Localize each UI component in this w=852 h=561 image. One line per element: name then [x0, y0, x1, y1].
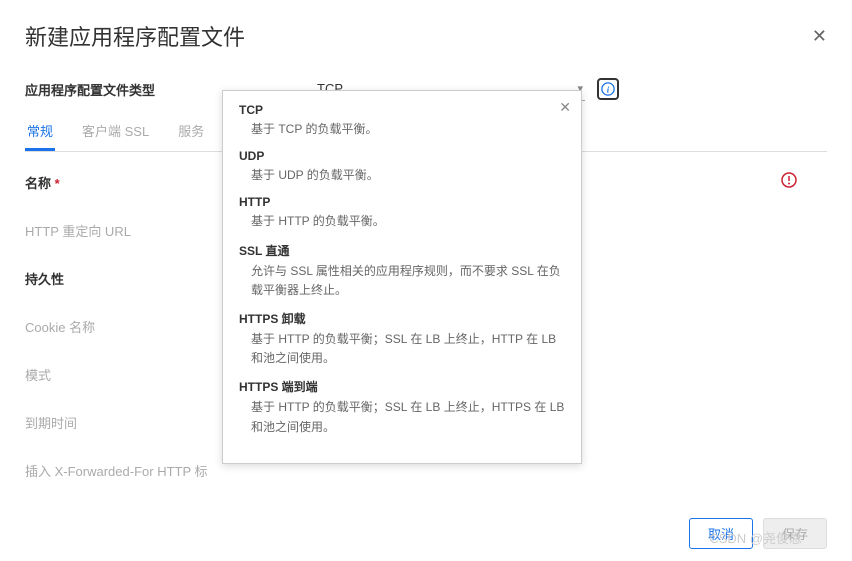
tooltip-option: SSL 直通允许与 SSL 属性相关的应用程序规则，而不要求 SSL 在负载平衡…	[239, 242, 565, 300]
http-redirect-label: HTTP 重定向 URL	[25, 221, 225, 240]
tooltip-option: HTTPS 端到端基于 HTTP 的负载平衡；SSL 在 LB 上终止，HTTP…	[239, 378, 565, 436]
name-label: 名称	[25, 173, 225, 192]
tooltip-option-desc: 基于 TCP 的负载平衡。	[239, 120, 565, 139]
tooltip-option-title: HTTP	[239, 195, 565, 209]
tooltip-close-icon[interactable]: ✕	[559, 99, 571, 116]
persistence-label: 持久性	[25, 269, 225, 288]
tooltip-option: TCP 基于 TCP 的负载平衡。	[239, 103, 565, 139]
tab-service[interactable]: 服务	[176, 115, 206, 151]
tooltip-option-desc: 基于 UDP 的负载平衡。	[239, 166, 565, 185]
tooltip-option-desc: 基于 HTTP 的负载平衡。	[239, 212, 565, 231]
xff-label: 插入 X-Forwarded-For HTTP 标	[25, 461, 225, 480]
svg-text:i: i	[607, 85, 610, 95]
dialog-title: 新建应用程序配置文件	[25, 20, 245, 52]
tooltip-option-desc: 基于 HTTP 的负载平衡；SSL 在 LB 上终止，HTTPS 在 LB 和池…	[239, 398, 565, 436]
close-icon[interactable]: ✕	[812, 26, 827, 47]
cancel-button[interactable]: 取消	[689, 518, 753, 549]
save-button[interactable]: 保存	[763, 518, 827, 549]
tooltip-option-title: TCP	[239, 103, 565, 117]
error-icon	[781, 172, 797, 191]
tab-client-ssl[interactable]: 客户端 SSL	[80, 115, 151, 151]
tooltip-option-desc: 允许与 SSL 属性相关的应用程序规则，而不要求 SSL 在负载平衡器上终止。	[239, 262, 565, 300]
tab-general[interactable]: 常规	[25, 115, 55, 151]
tooltip-option-title: SSL 直通	[239, 242, 565, 259]
mode-label: 模式	[25, 365, 225, 384]
tooltip-option-desc: 基于 HTTP 的负载平衡；SSL 在 LB 上终止，HTTP 在 LB 和池之…	[239, 330, 565, 368]
info-icon[interactable]: i	[597, 78, 619, 100]
tooltip-option-title: HTTPS 卸载	[239, 310, 565, 327]
tooltip-option: HTTP 基于 HTTP 的负载平衡。	[239, 195, 565, 231]
tooltip-option: HTTPS 卸载基于 HTTP 的负载平衡；SSL 在 LB 上终止，HTTP …	[239, 310, 565, 368]
tooltip-option-title: HTTPS 端到端	[239, 378, 565, 395]
tooltip-option: UDP 基于 UDP 的负载平衡。	[239, 149, 565, 185]
expiry-label: 到期时间	[25, 413, 225, 432]
cookie-name-label: Cookie 名称	[25, 317, 225, 336]
tooltip-option-title: UDP	[239, 149, 565, 163]
info-tooltip: ✕ TCP 基于 TCP 的负载平衡。 UDP 基于 UDP 的负载平衡。 HTTP 基于…	[222, 90, 582, 464]
